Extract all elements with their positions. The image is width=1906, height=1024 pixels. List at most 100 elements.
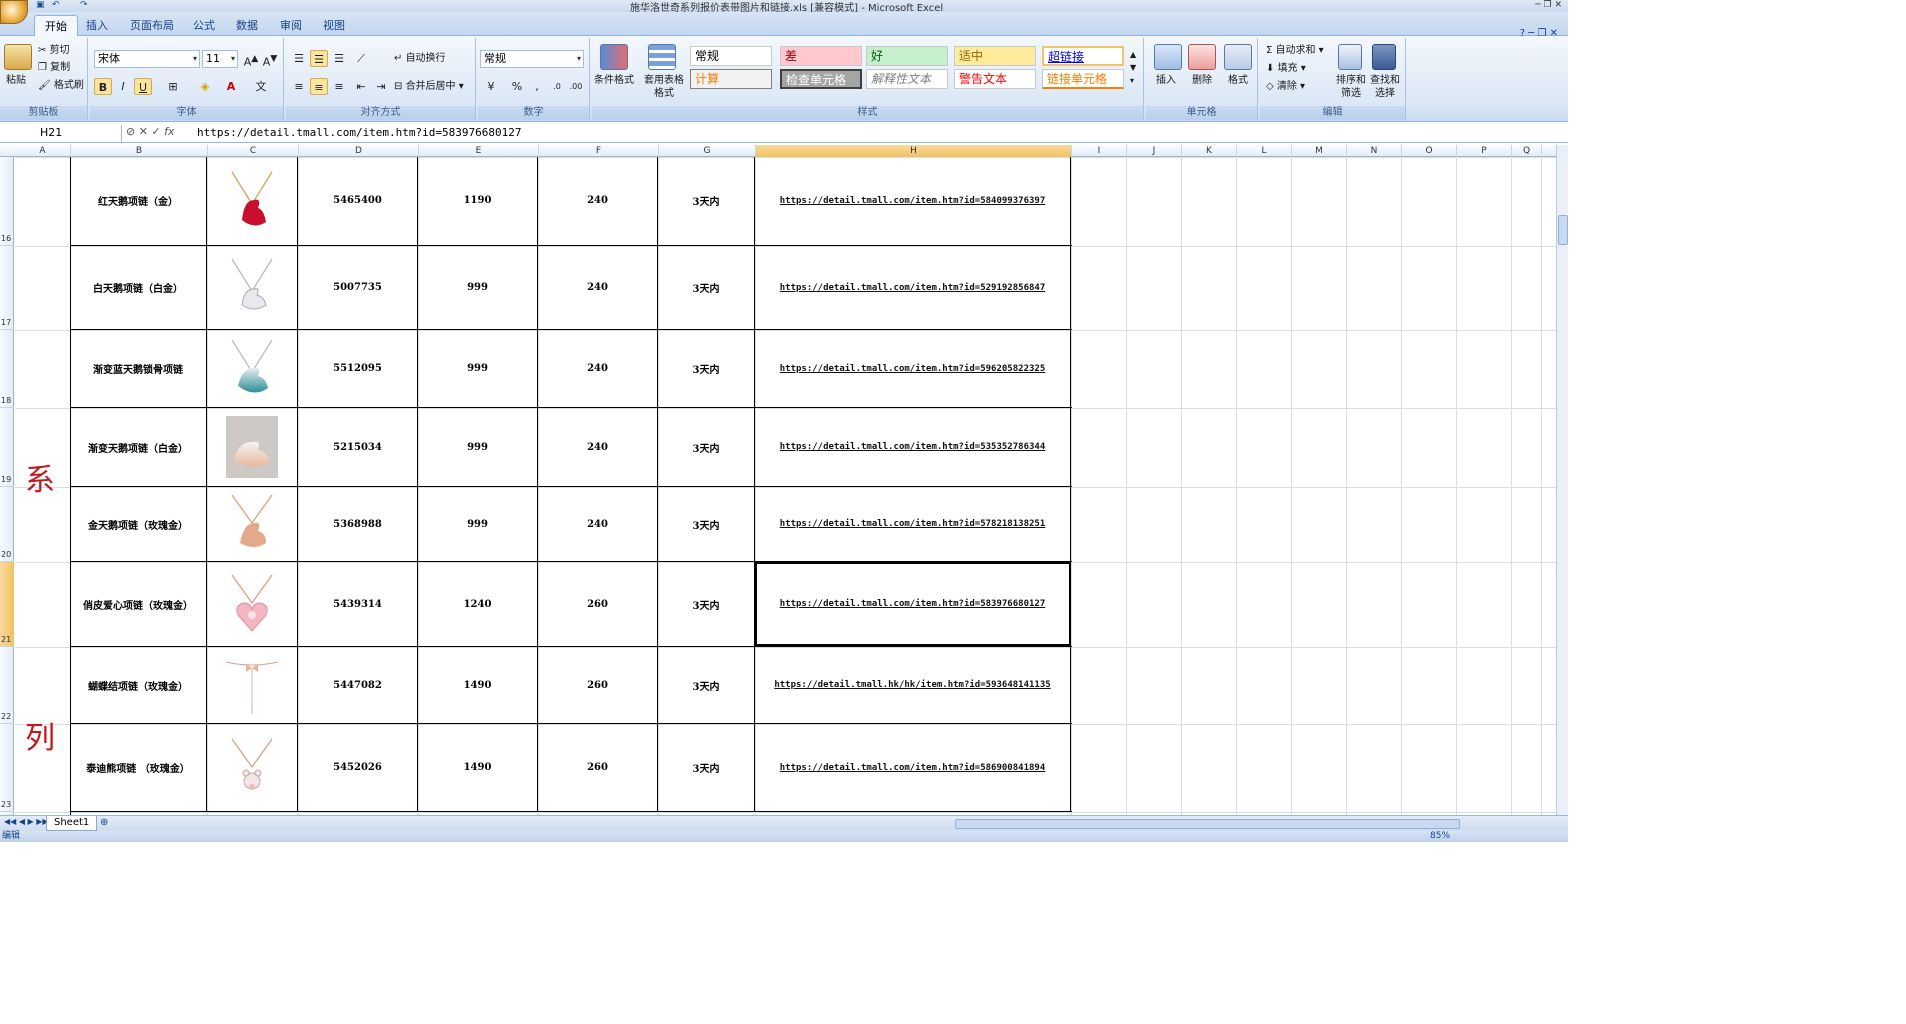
cell-name[interactable]: 俏皮爱心项链（玫瑰金） <box>70 562 207 646</box>
indent-decrease-icon[interactable]: ⇤ <box>352 78 370 95</box>
cut-button[interactable]: ✂ 剪切 <box>38 44 70 57</box>
product-image[interactable] <box>207 408 298 486</box>
cell-link[interactable]: https://detail.tmall.com/item.htm?id=578… <box>755 487 1071 561</box>
align-right-icon[interactable]: ≡ <box>330 78 348 95</box>
style-warning[interactable]: 警告文本 <box>954 69 1036 89</box>
row-header-22[interactable]: 22 <box>0 647 14 724</box>
sort-filter-button[interactable]: 排序和筛选 <box>1334 74 1368 100</box>
clear-button[interactable]: ◇ 清除 ▾ <box>1266 80 1305 93</box>
indent-increase-icon[interactable]: ⇥ <box>372 78 390 95</box>
format-cells-icon[interactable] <box>1224 44 1252 70</box>
format-cells-button[interactable]: 格式 <box>1228 74 1248 87</box>
cell-code[interactable]: 5465400 <box>298 157 418 245</box>
save-icon[interactable]: ▣ <box>36 0 46 10</box>
table-format-icon[interactable] <box>648 44 676 70</box>
column-header-g[interactable]: G <box>659 145 756 157</box>
cell-ship[interactable]: 3天内 <box>658 647 755 723</box>
formula-input[interactable]: https://detail.tmall.com/item.htm?id=583… <box>197 126 522 139</box>
italic-button[interactable]: I <box>114 78 132 95</box>
product-image[interactable] <box>207 246 298 329</box>
cell-name[interactable]: 渐变天鹅项链（白金） <box>70 408 207 486</box>
conditional-format-button[interactable]: 条件格式 <box>594 74 634 87</box>
window-controls[interactable]: ─ ❐ ✕ <box>1535 0 1562 10</box>
vertical-scroll-thumb[interactable] <box>1558 215 1568 245</box>
cell-link[interactable]: https://detail.tmall.com/item.htm?id=529… <box>755 246 1071 329</box>
style-calculation[interactable]: 计算 <box>690 69 772 89</box>
shrink-font-button[interactable]: A▼ <box>261 50 279 69</box>
cell-name[interactable]: 渐变蓝天鹅锁骨项链 <box>70 330 207 407</box>
copy-button[interactable]: ❐ 复制 <box>38 61 70 74</box>
cell-price[interactable]: 999 <box>418 408 538 486</box>
hyperlink[interactable]: https://detail.tmall.com/item.htm?id=578… <box>780 519 1046 529</box>
font-name-select[interactable]: 宋体 ▾ <box>94 50 200 68</box>
row-header-21[interactable]: 21 <box>0 562 14 647</box>
style-normal[interactable]: 常规 <box>690 46 772 66</box>
cell-price[interactable]: 999 <box>418 487 538 561</box>
find-select-icon[interactable] <box>1372 44 1396 70</box>
cell-deposit[interactable]: 240 <box>538 246 658 329</box>
style-hyperlink[interactable]: 超链接 <box>1042 46 1124 66</box>
delete-cells-button[interactable]: 删除 <box>1192 74 1212 87</box>
vertical-scrollbar[interactable] <box>1556 145 1568 817</box>
comma-button[interactable]: , <box>528 78 546 95</box>
style-explanatory[interactable]: 解释性文本 <box>866 69 948 89</box>
align-middle-icon[interactable]: ☰ <box>310 50 328 67</box>
worksheet-grid[interactable]: 红天鹅项链（金） 5465400 1190 240 3天内 https://detail.… <box>15 157 1556 815</box>
row-header-19[interactable]: 19 <box>0 408 14 487</box>
grow-font-button[interactable]: A▲ <box>242 50 260 69</box>
orientation-icon[interactable]: ⟋ <box>352 50 370 67</box>
column-header-b[interactable]: B <box>71 145 208 157</box>
product-image[interactable] <box>207 330 298 407</box>
cell-deposit[interactable]: 240 <box>538 157 658 245</box>
cell-code[interactable]: 5215034 <box>298 408 418 486</box>
fill-button[interactable]: ⬇ 填充 ▾ <box>1266 62 1306 75</box>
column-header-o[interactable]: O <box>1402 145 1457 157</box>
font-color-icon[interactable]: A <box>222 78 240 95</box>
tab-home[interactable]: 开始 <box>34 15 78 36</box>
align-left-icon[interactable]: ≡ <box>290 78 308 95</box>
table-format-button[interactable]: 套用表格格式 <box>640 74 688 100</box>
column-header-e[interactable]: E <box>419 145 539 157</box>
cell-link[interactable]: https://detail.tmall.com/item.htm?id=583… <box>755 562 1071 646</box>
delete-cells-icon[interactable] <box>1188 44 1216 70</box>
cell-deposit[interactable]: 240 <box>538 487 658 561</box>
column-header-d[interactable]: D <box>299 145 419 157</box>
cell-price[interactable]: 999 <box>418 246 538 329</box>
cell-ship[interactable]: 3天内 <box>658 408 755 486</box>
cell-price[interactable]: 999 <box>418 330 538 407</box>
cell-ship[interactable]: 3天内 <box>658 246 755 329</box>
hyperlink[interactable]: https://detail.tmall.hk/hk/item.htm?id=5… <box>774 680 1050 690</box>
horizontal-scroll-thumb[interactable] <box>955 819 1460 829</box>
tab-page-layout[interactable]: 页面布局 <box>120 15 184 36</box>
column-header-q[interactable]: Q <box>1512 145 1542 157</box>
cell-code[interactable]: 5447082 <box>298 647 418 723</box>
undo-icon[interactable]: ↶ <box>52 0 62 10</box>
column-header-f[interactable]: F <box>539 145 659 157</box>
product-image[interactable] <box>207 562 298 646</box>
paste-icon[interactable] <box>4 44 32 70</box>
tab-review[interactable]: 审阅 <box>270 15 312 36</box>
paste-button[interactable]: 粘贴 <box>6 74 26 87</box>
font-size-select[interactable]: 11 ▾ <box>202 50 238 68</box>
cell-price[interactable]: 1240 <box>418 562 538 646</box>
cell-ship[interactable]: 3天内 <box>658 330 755 407</box>
style-check-cell[interactable]: 检查单元格 <box>780 69 862 89</box>
cell-link[interactable]: https://detail.tmall.com/item.htm?id=586… <box>755 724 1071 811</box>
row-header-18[interactable]: 18 <box>0 330 14 408</box>
product-image[interactable] <box>207 724 298 811</box>
cell-ship[interactable]: 3天内 <box>658 562 755 646</box>
tab-view[interactable]: 视图 <box>313 15 355 36</box>
column-header-j[interactable]: J <box>1127 145 1182 157</box>
formula-icons[interactable]: ⊘ ✕ ✓ fx <box>126 125 175 138</box>
column-header-l[interactable]: L <box>1237 145 1292 157</box>
phonetic-icon[interactable]: 文 <box>252 78 270 95</box>
cell-deposit[interactable]: 260 <box>538 724 658 811</box>
cell-name[interactable]: 金天鹅项链（玫瑰金） <box>70 487 207 561</box>
row-header-20[interactable]: 20 <box>0 487 14 562</box>
format-painter-button[interactable]: 🖌 格式刷 <box>38 79 84 92</box>
decrease-decimal-icon[interactable]: .00 <box>567 78 585 95</box>
autosum-button[interactable]: Σ 自动求和 ▾ <box>1266 44 1324 57</box>
cell-ship[interactable]: 3天内 <box>658 724 755 811</box>
underline-button[interactable]: U <box>134 78 152 95</box>
hyperlink[interactable]: https://detail.tmall.com/item.htm?id=586… <box>780 763 1046 773</box>
